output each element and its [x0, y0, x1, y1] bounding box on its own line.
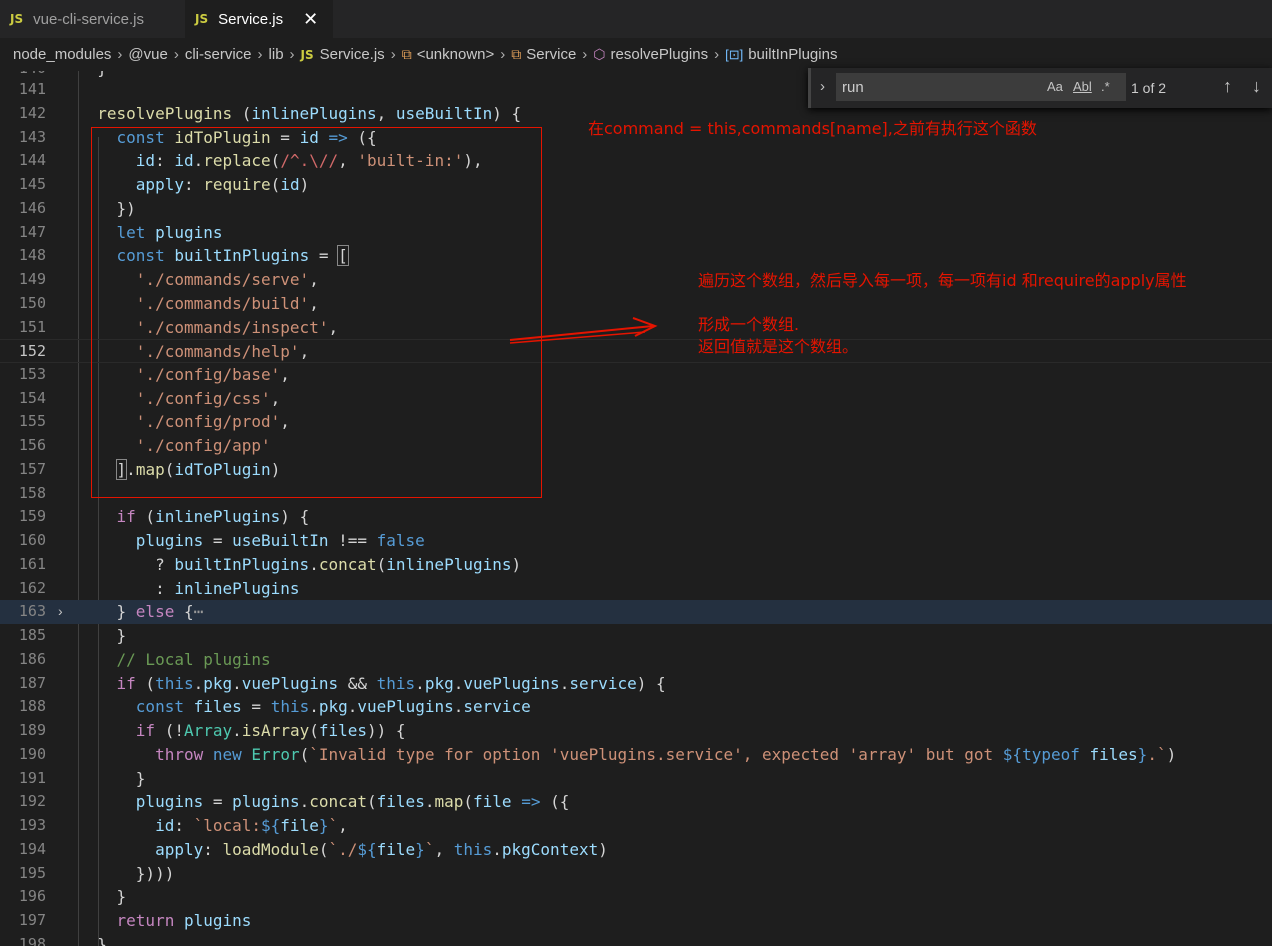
tab-vue-cli-service[interactable]: JS vue-cli-service.js: [0, 0, 185, 38]
match-case-toggle[interactable]: Aa: [1047, 79, 1063, 94]
match-count: 1 of 2: [1131, 80, 1167, 96]
chevron-right-icon: ›: [714, 46, 720, 63]
breadcrumb-item[interactable]: lib: [269, 46, 284, 63]
breadcrumb-item[interactable]: resolvePlugins: [611, 46, 709, 63]
code-line: 187 if (this.pkg.vuePlugins && this.pkg.…: [18, 674, 666, 693]
code-line: 161 ? builtInPlugins.concat(inlinePlugin…: [18, 555, 522, 574]
annotation-note: 在command = this,commands[name],之前有执行这个函数: [588, 119, 1037, 138]
code-line: 159 if (inlinePlugins) {: [18, 507, 310, 526]
chevron-right-icon: ›: [257, 46, 263, 63]
code-line: 194 apply: loadModule(`./${file}`, this.…: [18, 840, 608, 859]
breadcrumb-item[interactable]: <unknown>: [417, 46, 495, 63]
regex-toggle[interactable]: .*: [1101, 79, 1110, 94]
whole-word-toggle[interactable]: Abl: [1073, 79, 1092, 94]
code-line: 188 const files = this.pkg.vuePlugins.se…: [18, 697, 531, 716]
breadcrumb: node_modules › @vue › cli-service › lib › JS…: [0, 38, 1272, 71]
code-line: 197 return plugins: [18, 911, 252, 930]
chevron-right-icon: ›: [582, 46, 588, 63]
code-line: 189 if (!Array.isArray(files)) {: [18, 721, 406, 740]
chevron-right-icon: ›: [173, 46, 179, 63]
js-file-icon: JS: [10, 12, 24, 26]
breadcrumb-item[interactable]: cli-service: [185, 46, 252, 63]
arrow-up-icon[interactable]: ↑: [1223, 76, 1232, 97]
class-symbol-icon: ⧉: [401, 46, 412, 62]
chevron-right-icon[interactable]: ›: [820, 78, 825, 95]
code-line: 191 }: [18, 769, 146, 788]
tab-label: Service.js: [218, 10, 284, 28]
code-line: 192 plugins = plugins.concat(files.map(f…: [18, 792, 570, 811]
breadcrumb-item[interactable]: Service.js: [320, 46, 385, 63]
close-icon[interactable]: ✕: [303, 9, 318, 30]
class-symbol-icon: ⧉: [511, 46, 522, 62]
breadcrumb-item[interactable]: node_modules: [13, 46, 111, 63]
js-file-icon: JS: [300, 47, 314, 62]
breadcrumb-item[interactable]: builtInPlugins: [748, 46, 837, 63]
code-line: 195 }))): [18, 864, 175, 883]
code-line: 160 plugins = useBuiltIn !== false: [18, 531, 425, 550]
js-file-icon: JS: [195, 12, 209, 26]
method-symbol-icon: ⬡: [593, 46, 606, 62]
tab-service-js[interactable]: JS Service.js ✕: [185, 0, 333, 38]
find-widget: › Aa Abl .* 1 of 2 ↑ ↓: [808, 68, 1272, 108]
tab-bar: JS vue-cli-service.js JS Service.js ✕: [0, 0, 1272, 38]
breadcrumb-item[interactable]: @vue: [128, 46, 167, 63]
chevron-right-icon: ›: [390, 46, 396, 63]
annotation-note: 形成一个数组.: [698, 315, 800, 334]
chevron-right-icon[interactable]: ›: [58, 600, 63, 624]
chevron-right-icon: ›: [117, 46, 123, 63]
chevron-right-icon: ›: [289, 46, 295, 63]
code-line-folded: 163 › } else {⋯: [0, 600, 1272, 624]
code-line: 196 }: [18, 887, 127, 906]
code-line: 198 }: [18, 935, 107, 946]
code-line: 193 id: `local:${file}`,: [18, 816, 348, 835]
breadcrumb-item[interactable]: Service: [526, 46, 576, 63]
annotation-note: 遍历这个数组，然后导入每一项，每一项有id 和require的apply属性: [698, 271, 1187, 290]
code-line: 190 throw new Error(`Invalid type for op…: [18, 745, 1177, 764]
annotation-arrow: [509, 317, 658, 344]
annotation-box: [91, 127, 542, 498]
code-line: 185 }: [18, 626, 127, 645]
chevron-right-icon: ›: [500, 46, 506, 63]
tab-label: vue-cli-service.js: [33, 10, 144, 28]
annotation-note: 返回值就是这个数组。: [698, 337, 859, 356]
arrow-down-icon[interactable]: ↓: [1252, 76, 1261, 97]
variable-symbol-icon: [⊡]: [725, 46, 744, 62]
code-line: 162 : inlinePlugins: [18, 579, 300, 598]
code-line: 186 // Local plugins: [18, 650, 271, 669]
